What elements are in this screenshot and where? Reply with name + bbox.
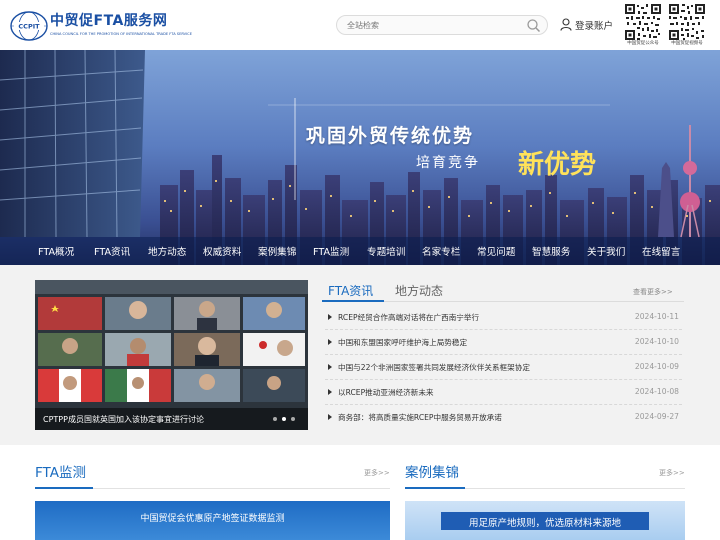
news-date: 2024-10-10	[634, 337, 679, 346]
ccpit-emblem-icon: CCPIT	[10, 11, 48, 41]
news-more-link[interactable]: 查看更多>>	[633, 287, 673, 297]
qr-caption-official: 中国贸促公众号	[627, 41, 659, 46]
news-title: 以RCEP推动亚洲经济新未来	[338, 388, 434, 397]
triangle-bullet-icon	[328, 339, 332, 345]
search-box	[336, 15, 548, 35]
site-subtitle: CHINA COUNCIL FOR THE PROMOTION OF INTER…	[50, 32, 192, 36]
triangle-bullet-icon	[328, 364, 332, 370]
search-input[interactable]	[347, 18, 517, 32]
news-section: CPTPP成员国就英国加入该协定事宜进行讨论 FTA资讯 地方动态 查看更多>>…	[0, 265, 720, 445]
news-title: 中国和东盟国家呼吁维护海上局势稳定	[338, 338, 468, 347]
nav-item-about-us[interactable]: 关于我们	[587, 244, 625, 258]
cases-image[interactable]: 用足原产地规则，优选原材料来源地	[405, 501, 685, 540]
cases-image-caption-bar: 用足原产地规则，优选原材料来源地	[441, 512, 649, 530]
news-tabs: FTA资讯 地方动态 查看更多>>	[322, 280, 684, 302]
triangle-bullet-icon	[328, 414, 332, 420]
tab-fta-news[interactable]: FTA资讯	[328, 282, 373, 299]
section-title-fta-monitor[interactable]: FTA监测	[35, 461, 86, 481]
nav-item-expert-column[interactable]: 名家专栏	[422, 244, 460, 258]
user-icon	[560, 18, 572, 31]
carousel-caption: CPTPP成员国就英国加入该协定事宜进行讨论	[43, 415, 204, 424]
wechat-video-qr-code	[668, 3, 706, 41]
cases-image-caption: 用足原产地规则，优选原材料来源地	[468, 518, 621, 529]
nav-item-fta-news[interactable]: FTA资讯	[94, 244, 130, 258]
tab-local-news[interactable]: 地方动态	[395, 282, 443, 299]
carousel-dot-2-active[interactable]	[282, 417, 286, 421]
triangle-bullet-icon	[328, 389, 332, 395]
nav-item-smart-service[interactable]: 智慧服务	[532, 244, 570, 258]
banner-slogan-line2: 培育竞争	[416, 155, 480, 171]
news-list-item[interactable]: RCEP经贸合作高端对话将在广西南宁举行 2024-10-11	[325, 305, 682, 330]
news-list-item[interactable]: 商务部：将高质量实施RCEP中服务贸易开放承诺 2024-09-27	[325, 405, 682, 430]
main-nav: FTA概况 FTA资讯 地方动态 权威资料 案例集锦 FTA监测 专题培训 名家…	[0, 237, 720, 265]
nav-item-online-message[interactable]: 在线留言	[642, 244, 680, 258]
logo-emblem-text: CCPIT	[18, 23, 40, 31]
active-tab-underline	[322, 300, 384, 302]
news-carousel[interactable]: CPTPP成员国就英国加入该协定事宜进行讨论	[35, 280, 308, 430]
news-title: RCEP经贸合作高端对话将在广西南宁举行	[338, 313, 480, 322]
carousel-dot-1[interactable]	[273, 417, 277, 421]
wechat-official-qr-code	[624, 3, 662, 41]
city-skyline-image	[0, 50, 720, 265]
nav-item-faq[interactable]: 常见问题	[477, 244, 515, 258]
triangle-bullet-icon	[328, 314, 332, 320]
news-list-item[interactable]: 以RCEP推动亚洲经济新未来 2024-10-08	[325, 380, 682, 405]
search-icon[interactable]	[526, 18, 541, 33]
fta-monitor-image-caption: 中国贸促会优惠原产地签证数据监测	[140, 514, 285, 524]
banner-slogan-line1: 巩固外贸传统优势	[306, 125, 475, 147]
cases-more-link[interactable]: 更多>>	[659, 468, 685, 478]
news-date: 2024-09-27	[634, 412, 679, 421]
nav-item-fta-monitor[interactable]: FTA监测	[313, 244, 349, 258]
news-list-item[interactable]: 中国和东盟国家呼吁维护海上局势稳定 2024-10-10	[325, 330, 682, 355]
qr-caption-video: 中国贸促视频号	[671, 41, 703, 46]
nav-item-local-news[interactable]: 地方动态	[148, 244, 186, 258]
news-list-item[interactable]: 中国与22个非洲国家签署共同发展经济伙伴关系框架协定 2024-10-09	[325, 355, 682, 380]
fta-monitor-more-link[interactable]: 更多>>	[364, 468, 390, 478]
hero-banner[interactable]: 巩固外贸传统优势 培育竞争 新优势 FTA概况 FTA资讯 地方动态 权威资料 …	[0, 50, 720, 265]
site-header: CCPIT 中贸促FTA服务网 CHINA COUNCIL FOR THE PR…	[0, 0, 720, 50]
site-logo[interactable]: CCPIT 中贸促FTA服务网 CHINA COUNCIL FOR THE PR…	[10, 8, 192, 44]
news-date: 2024-10-08	[634, 387, 679, 396]
nav-item-cases[interactable]: 案例集锦	[258, 244, 296, 258]
news-title: 商务部：将高质量实施RCEP中服务贸易开放承诺	[338, 413, 502, 422]
banner-slogan-line3: 新优势	[518, 150, 597, 180]
login-label: 登录账户	[575, 21, 614, 32]
news-date: 2024-10-09	[634, 362, 679, 371]
bottom-sections: FTA监测 更多>> 中国贸促会优惠原产地签证数据监测 案例集锦 更多>> 用足…	[0, 445, 720, 540]
nav-item-fta-overview[interactable]: FTA概况	[38, 244, 74, 258]
carousel-dot-3[interactable]	[291, 417, 295, 421]
site-title: 中贸促FTA服务网	[50, 13, 168, 29]
section-title-underline	[405, 487, 465, 489]
news-date: 2024-10-11	[634, 312, 679, 321]
news-title: 中国与22个非洲国家签署共同发展经济伙伴关系框架协定	[338, 363, 530, 372]
section-title-underline	[35, 487, 93, 489]
section-title-cases[interactable]: 案例集锦	[405, 461, 459, 481]
nav-item-training[interactable]: 专题培训	[367, 244, 405, 258]
carousel-caption-bar: CPTPP成员国就英国加入该协定事宜进行讨论	[35, 408, 308, 430]
fta-monitor-image[interactable]: 中国贸促会优惠原产地签证数据监测	[35, 501, 390, 540]
nav-item-authority-materials[interactable]: 权威资料	[203, 244, 241, 258]
